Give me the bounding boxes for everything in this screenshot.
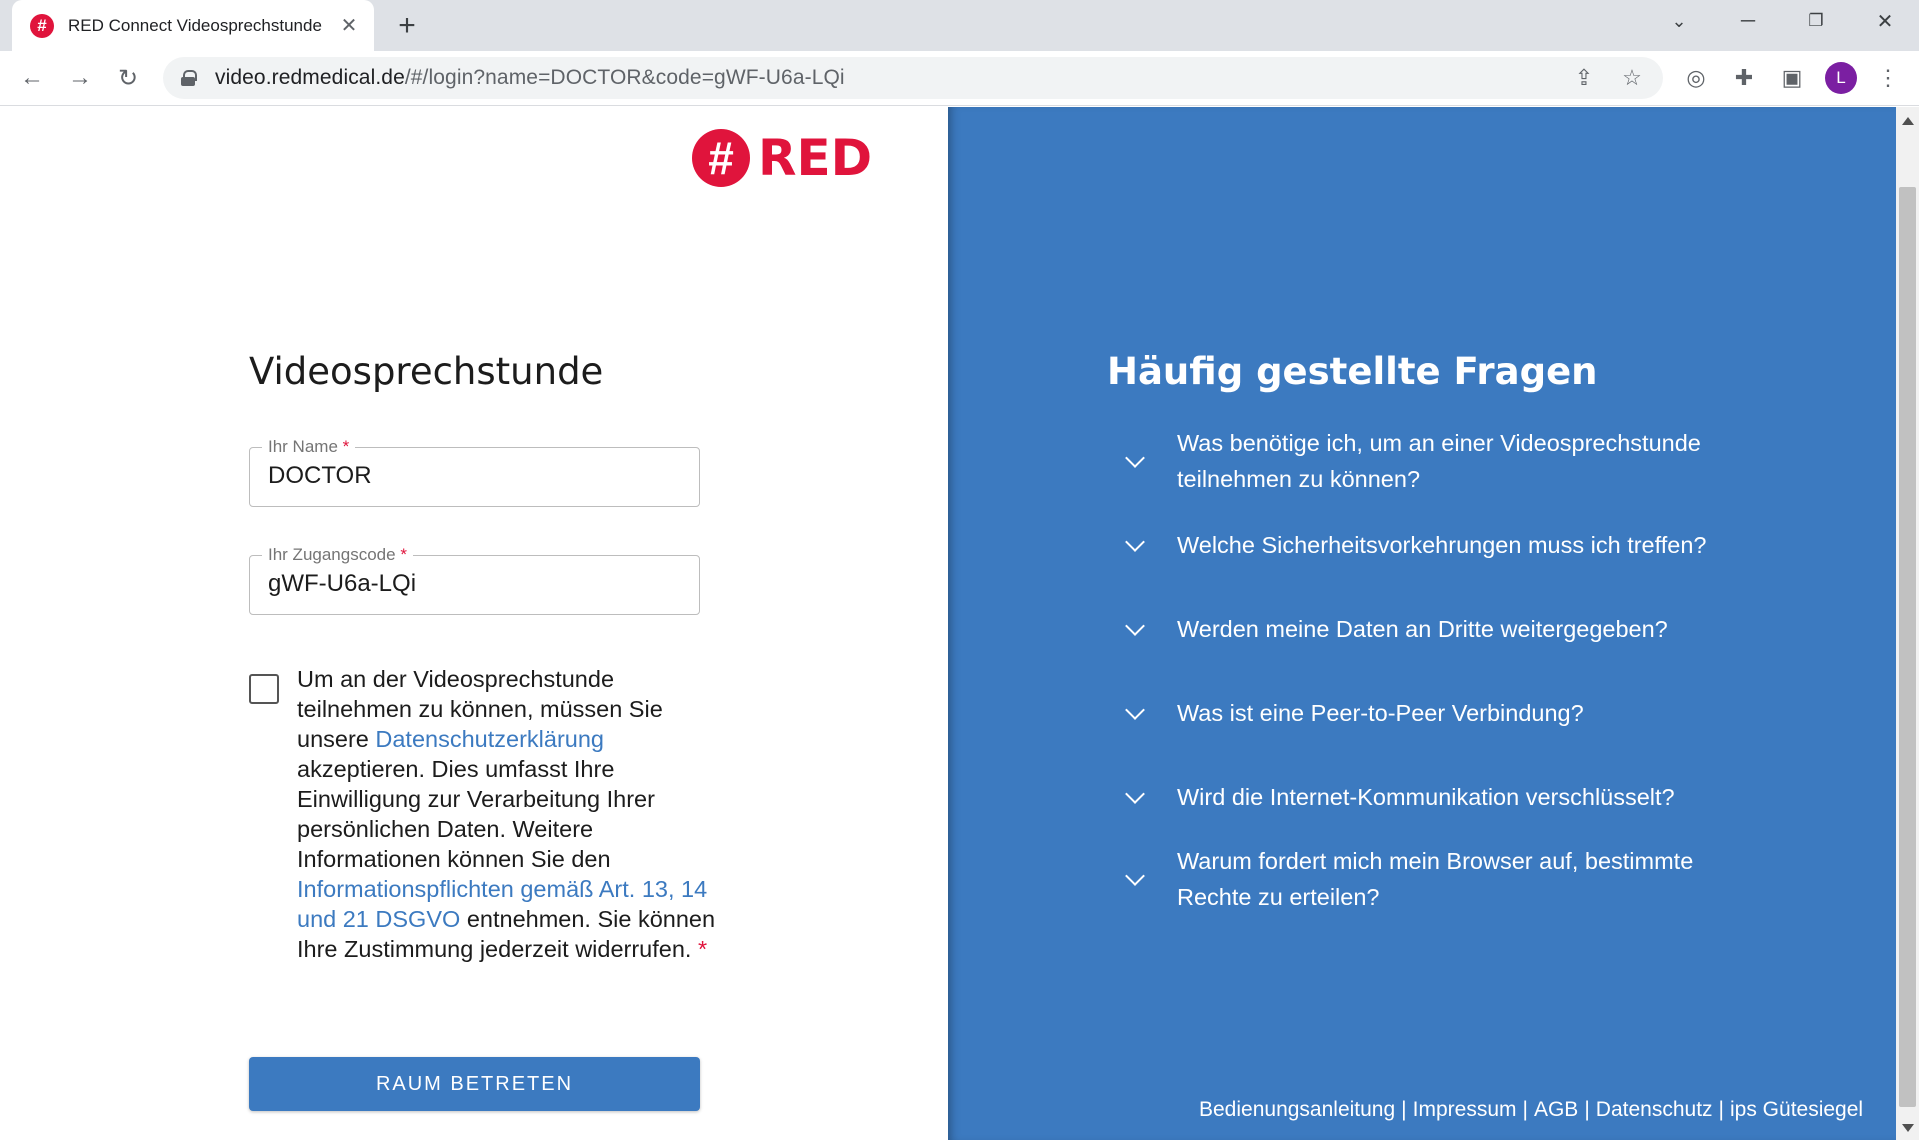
- page-content: # RED Videosprechstunde Ihr Name * Ihr Z…: [0, 107, 1919, 1140]
- profile-avatar[interactable]: L: [1824, 61, 1858, 95]
- password-manager-icon[interactable]: ◎: [1679, 61, 1713, 95]
- name-field-label: Ihr Name *: [262, 437, 356, 457]
- faq-title: Häufig gestellte Fragen: [1107, 350, 1598, 393]
- manual-link[interactable]: Bedienungsanleitung: [1199, 1098, 1395, 1121]
- name-input[interactable]: [268, 462, 688, 490]
- close-window-button[interactable]: ✕: [1857, 0, 1913, 42]
- access-code-input[interactable]: [268, 570, 688, 598]
- bookmark-star-icon[interactable]: ☆: [1619, 65, 1645, 91]
- imprint-link[interactable]: Impressum: [1413, 1098, 1517, 1121]
- quality-seal-link[interactable]: ips Gütesiegel: [1730, 1098, 1863, 1121]
- logo-wordmark: RED: [758, 129, 873, 187]
- faq-item[interactable]: Wird die Internet-Kommunikation verschlü…: [1123, 779, 1743, 815]
- chevron-down-icon: [1123, 867, 1147, 891]
- faq-question: Wird die Internet-Kommunikation verschlü…: [1177, 784, 1675, 810]
- page-title: Videosprechstunde: [249, 350, 604, 393]
- url-text[interactable]: video.redmedical.de/#/login?name=DOCTOR&…: [215, 66, 845, 90]
- extensions-puzzle-icon[interactable]: ✚: [1727, 61, 1761, 95]
- lock-icon[interactable]: [181, 70, 197, 86]
- tab-strip: # RED Connect Videosprechstunde ✕ + ⌄ ─ …: [0, 0, 1919, 51]
- chevron-down-icon: [1123, 701, 1147, 725]
- faq-question: Was benötige ich, um an einer Videosprec…: [1177, 430, 1701, 492]
- browser-toolbar: ← → ↻ video.redmedical.de/#/login?name=D…: [0, 51, 1919, 106]
- tab-title: RED Connect Videosprechstunde: [68, 15, 322, 35]
- consent-text: Um an der Videosprechstunde teilnehmen z…: [297, 666, 716, 962]
- required-asterisk: *: [697, 936, 708, 962]
- access-code-field: Ihr Zugangscode *: [249, 545, 700, 615]
- side-panel-icon[interactable]: ▣: [1775, 61, 1809, 95]
- faq-item[interactable]: Warum fordert mich mein Browser auf, bes…: [1123, 843, 1743, 915]
- back-arrow-icon[interactable]: ←: [15, 61, 49, 95]
- new-tab-button[interactable]: +: [390, 9, 424, 43]
- scroll-down-arrow-icon[interactable]: [1902, 1124, 1914, 1132]
- faq-item[interactable]: Welche Sicherheitsvorkehrungen muss ich …: [1123, 527, 1743, 563]
- consent-checkbox[interactable]: [249, 674, 279, 704]
- scrollbar-thumb[interactable]: [1899, 187, 1916, 1107]
- red-hash-icon: #: [692, 129, 750, 187]
- chevron-down-icon: [1123, 617, 1147, 641]
- name-field: Ihr Name *: [249, 437, 700, 507]
- forward-arrow-icon[interactable]: →: [63, 61, 97, 95]
- faq-item[interactable]: Was ist eine Peer-to-Peer Verbindung?: [1123, 695, 1743, 731]
- enter-room-button[interactable]: RAUM BETRETEN: [249, 1057, 700, 1111]
- faq-item[interactable]: Werden meine Daten an Dritte weitergegeb…: [1123, 611, 1743, 647]
- browser-tab[interactable]: # RED Connect Videosprechstunde ✕: [12, 0, 374, 51]
- red-favicon-icon: #: [30, 13, 54, 38]
- chevron-down-icon: [1123, 785, 1147, 809]
- share-icon[interactable]: ⇪: [1571, 65, 1597, 91]
- browser-menu-icon[interactable]: ⋮: [1871, 61, 1905, 95]
- close-tab-icon[interactable]: ✕: [338, 13, 360, 38]
- privacy-link[interactable]: Datenschutz: [1596, 1098, 1713, 1121]
- chevron-down-icon: [1123, 533, 1147, 557]
- minimize-window-button[interactable]: ─: [1720, 0, 1776, 42]
- faq-question: Werden meine Daten an Dritte weitergegeb…: [1177, 616, 1668, 642]
- page-scrollbar[interactable]: [1896, 107, 1919, 1140]
- faq-item[interactable]: Was benötige ich, um an einer Videosprec…: [1123, 425, 1743, 497]
- red-logo: # RED: [692, 127, 872, 189]
- footer-links: Bedienungsanleitung | Impressum | AGB | Datens…: [1199, 1098, 1864, 1121]
- scroll-up-arrow-icon[interactable]: [1902, 117, 1914, 125]
- reload-icon[interactable]: ↻: [111, 61, 145, 95]
- faq-question: Welche Sicherheitsvorkehrungen muss ich …: [1177, 532, 1707, 558]
- access-code-label: Ihr Zugangscode *: [262, 545, 413, 565]
- restore-window-button[interactable]: ❐: [1788, 0, 1844, 42]
- chevron-down-icon: [1123, 449, 1147, 473]
- login-panel: # RED Videosprechstunde Ihr Name * Ihr Z…: [0, 107, 948, 1140]
- tab-search-icon[interactable]: ⌄: [1651, 0, 1707, 42]
- privacy-policy-link[interactable]: Datenschutzerklärung: [375, 726, 604, 752]
- address-bar[interactable]: video.redmedical.de/#/login?name=DOCTOR&…: [163, 57, 1663, 99]
- terms-link[interactable]: AGB: [1534, 1098, 1578, 1121]
- faq-question: Warum fordert mich mein Browser auf, bes…: [1177, 848, 1694, 910]
- faq-question: Was ist eine Peer-to-Peer Verbindung?: [1177, 700, 1584, 726]
